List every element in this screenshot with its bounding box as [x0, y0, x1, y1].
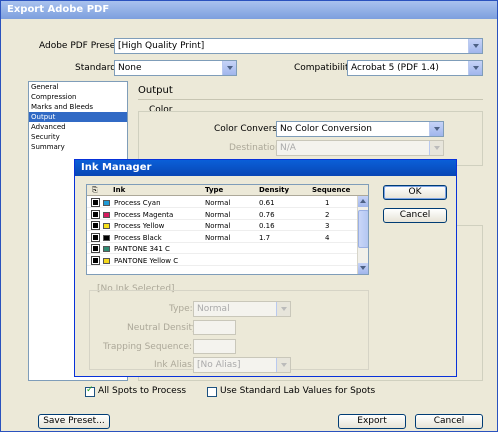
print-ink-icon[interactable]	[91, 221, 100, 230]
ink-swatch-icon	[103, 223, 110, 229]
print-ink-icon[interactable]	[91, 244, 100, 253]
color-group-box	[138, 111, 483, 166]
sidebar-item-marks-and-bleeds[interactable]: Marks and Bleeds	[29, 102, 127, 112]
section-divider	[138, 99, 483, 100]
ink-row[interactable]: Process Magenta Normal 0.76 2	[87, 209, 358, 220]
dialog-title: Export Adobe PDF	[1, 1, 497, 19]
ink-swatch-icon	[103, 211, 110, 218]
ink-row[interactable]: PANTONE Yellow C	[87, 255, 358, 266]
ink-row[interactable]: Process Cyan Normal 0.61 1	[87, 197, 358, 208]
ink-manager-title: Ink Manager	[75, 160, 456, 176]
sidebar-item-security[interactable]: Security	[29, 132, 127, 142]
ink-sequence: 1	[325, 199, 330, 207]
color-conversion-select[interactable]: No Color Conversion	[276, 121, 444, 137]
ink-swatch-icon	[103, 200, 110, 206]
ink-name: PANTONE 341 C	[114, 245, 170, 253]
save-preset-button[interactable]: Save Preset...	[38, 414, 110, 429]
chevron-down-icon	[222, 61, 236, 75]
ink-list: ⎘ Ink Type Density Sequence Process Cyan…	[86, 184, 369, 275]
print-column-icon: ⎘	[92, 186, 98, 194]
ink-row[interactable]: PANTONE 341 C	[87, 243, 358, 254]
chevron-down-icon	[276, 302, 290, 316]
scroll-down-icon[interactable]	[358, 263, 368, 274]
standard-select[interactable]: None	[114, 60, 237, 76]
ink-type: Normal	[205, 233, 231, 242]
neutral-density-field	[193, 320, 236, 335]
cancel-button[interactable]: Cancel	[415, 414, 483, 429]
print-ink-icon[interactable]	[91, 209, 100, 219]
ink-alias-select: [No Alias]	[193, 357, 291, 373]
all-spots-label: All Spots to Process	[98, 386, 187, 396]
type-select: Normal	[193, 301, 291, 317]
trapping-sequence-label: Trapping Sequence:	[103, 342, 193, 352]
lab-values-label: Use Standard Lab Values for Spots	[220, 386, 376, 396]
preset-value: [High Quality Print]	[118, 41, 205, 51]
print-ink-icon[interactable]	[91, 232, 100, 242]
ink-type: Normal	[205, 199, 231, 207]
col-sequence: Sequence	[312, 186, 351, 194]
sidebar-item-general[interactable]: General	[29, 82, 127, 92]
export-button[interactable]: Export	[338, 414, 406, 429]
compatibility-value: Acrobat 5 (PDF 1.4)	[351, 63, 439, 73]
ink-name: Process Magenta	[114, 210, 174, 219]
col-type: Type	[205, 186, 224, 194]
all-spots-checkbox[interactable]	[85, 385, 95, 397]
preset-label: Adobe PDF Preset:	[39, 41, 122, 51]
chevron-down-icon	[276, 358, 290, 372]
standard-label: Standard:	[75, 63, 119, 73]
neutral-density-label: Neutral Density:	[127, 323, 200, 333]
trapping-sequence-field	[193, 339, 236, 354]
ink-list-header: ⎘ Ink Type Density Sequence	[87, 185, 368, 196]
chevron-down-icon	[429, 122, 443, 136]
ink-density: 0.76	[259, 210, 275, 219]
ink-type: Normal	[205, 222, 231, 230]
ink-cancel-button[interactable]: Cancel	[383, 208, 447, 223]
print-ink-icon[interactable]	[91, 255, 100, 265]
preset-select[interactable]: [High Quality Print]	[114, 38, 483, 54]
ink-alias-value: [No Alias]	[197, 360, 241, 370]
ink-swatch-icon	[103, 246, 110, 252]
col-density: Density	[259, 186, 290, 194]
destination-select: N/A	[276, 140, 444, 156]
ink-row[interactable]: Process Yellow Normal 0.16 3	[87, 220, 358, 231]
ink-swatch-icon	[103, 257, 110, 264]
chevron-down-icon	[468, 39, 482, 53]
scroll-up-icon[interactable]	[358, 196, 368, 207]
type-label: Type:	[169, 304, 193, 314]
destination-value: N/A	[280, 143, 296, 153]
col-ink: Ink	[113, 186, 126, 194]
lab-values-checkbox[interactable]	[207, 387, 217, 397]
chevron-down-icon	[468, 61, 482, 75]
ink-type: Normal	[205, 210, 231, 219]
sidebar-item-compression[interactable]: Compression	[29, 92, 127, 102]
ink-sequence: 2	[325, 210, 330, 219]
color-conversion-value: No Color Conversion	[280, 124, 372, 134]
ink-manager-dialog: Ink Manager ⎘ Ink Type Density Sequence …	[74, 159, 457, 397]
print-ink-icon[interactable]	[91, 198, 100, 207]
type-value: Normal	[197, 304, 230, 314]
ink-density: 0.16	[259, 222, 275, 230]
ink-alias-label: Ink Alias:	[154, 360, 195, 370]
compatibility-select[interactable]: Acrobat 5 (PDF 1.4)	[347, 60, 483, 76]
ink-row[interactable]: Process Black Normal 1.7 4	[87, 232, 358, 243]
ink-name: Process Yellow	[114, 222, 165, 230]
ink-name: PANTONE Yellow C	[114, 256, 179, 265]
scroll-thumb[interactable]	[358, 210, 368, 248]
chevron-down-icon	[429, 141, 443, 155]
ok-button[interactable]: OK	[383, 185, 447, 200]
ink-swatch-icon	[103, 234, 110, 241]
sidebar-item-advanced[interactable]: Advanced	[29, 122, 127, 132]
sidebar-item-output[interactable]: Output	[29, 112, 127, 122]
standard-value: None	[118, 63, 142, 73]
sidebar-item-summary[interactable]: Summary	[29, 142, 127, 152]
ink-name: Process Cyan	[114, 199, 161, 207]
ink-density: 1.7	[259, 233, 271, 242]
ink-sequence: 3	[325, 222, 330, 230]
ink-name: Process Black	[114, 233, 162, 242]
ink-density: 0.61	[259, 199, 275, 207]
ink-list-scrollbar[interactable]	[357, 196, 368, 274]
section-title: Output	[138, 85, 173, 96]
ink-sequence: 4	[325, 233, 330, 242]
